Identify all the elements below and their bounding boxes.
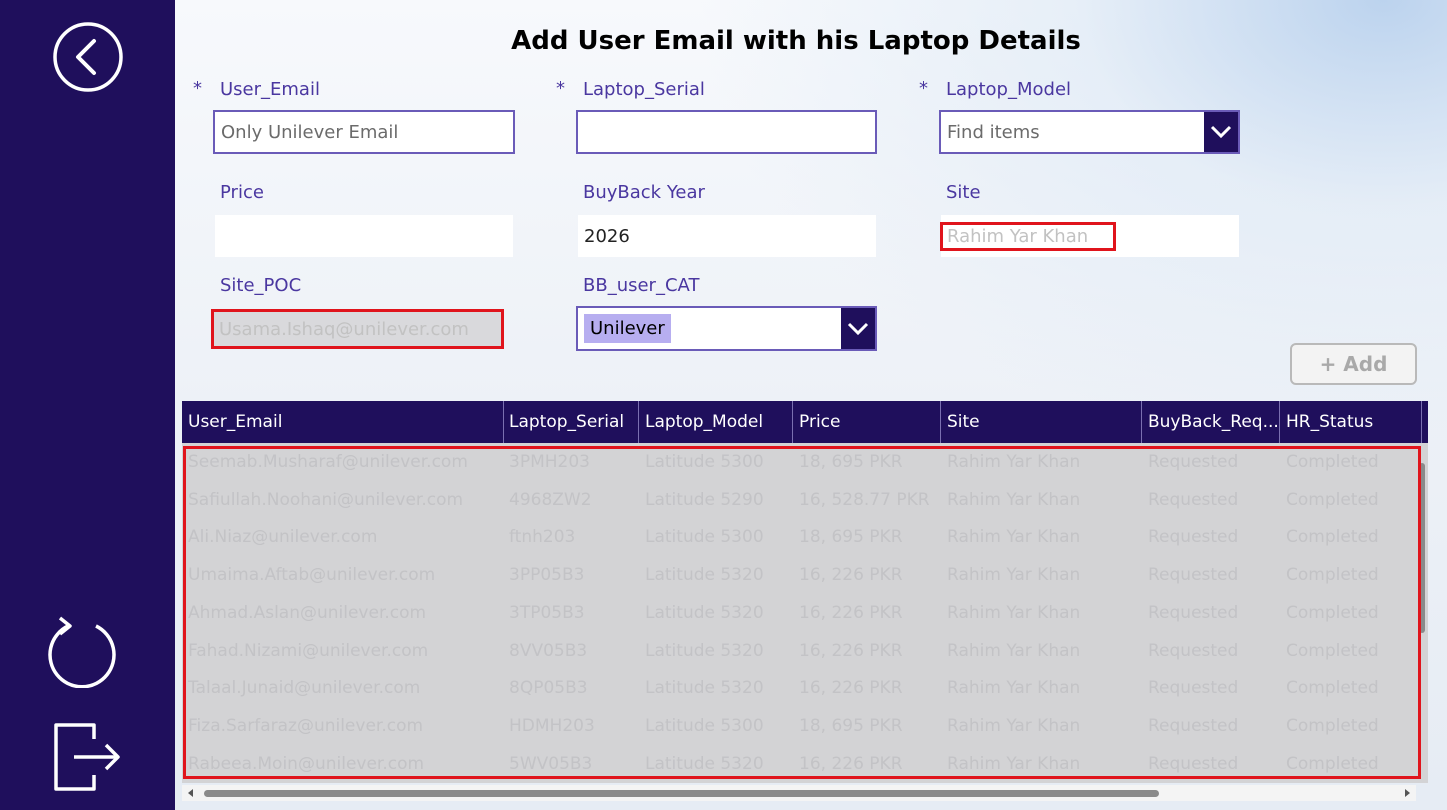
scroll-left-icon[interactable] — [186, 785, 196, 801]
bb-user-cat-label: BB_user_CAT — [583, 275, 700, 296]
buyback-year-label: BuyBack Year — [583, 182, 705, 203]
column-header-laptop-model[interactable]: Laptop_Model — [639, 401, 793, 443]
back-button[interactable] — [52, 21, 124, 93]
logout-icon — [54, 723, 120, 791]
add-button[interactable]: + Add — [1290, 343, 1417, 385]
sidebar — [0, 0, 175, 810]
site-highlight-box — [940, 222, 1116, 251]
user-email-input[interactable]: Only Unilever Email — [213, 110, 515, 154]
user-email-placeholder: Only Unilever Email — [221, 121, 399, 143]
laptop-model-combobox[interactable]: Find items — [939, 110, 1240, 154]
column-header-user-email[interactable]: User_Email — [182, 401, 504, 443]
price-label: Price — [220, 182, 264, 203]
table-highlight-box — [183, 446, 1421, 779]
page-title: Add User Email with his Laptop Details — [511, 26, 1081, 56]
bb-user-cat-combobox[interactable]: Unilever — [576, 306, 877, 351]
chevron-down-icon — [847, 322, 869, 335]
refresh-icon — [48, 616, 116, 689]
horizontal-scrollbar-thumb[interactable] — [204, 790, 1159, 797]
laptop-model-dropdown-button[interactable] — [1204, 112, 1238, 152]
bb-user-cat-selected-chip: Unilever — [584, 314, 671, 343]
bb-user-cat-dropdown-button[interactable] — [841, 308, 875, 349]
site-poc-label: Site_POC — [220, 275, 302, 296]
required-marker: * — [919, 78, 928, 99]
site-label: Site — [946, 182, 981, 203]
user-email-label: User_Email — [220, 79, 320, 100]
required-marker: * — [193, 78, 202, 99]
required-marker: * — [556, 78, 565, 99]
laptop-model-placeholder: Find items — [947, 121, 1040, 143]
chevron-down-icon — [1210, 125, 1232, 139]
laptop-model-label: Laptop_Model — [946, 79, 1072, 100]
buyback-year-input[interactable]: 2026 — [578, 215, 876, 257]
laptop-serial-label: Laptop_Serial — [583, 79, 705, 100]
price-input[interactable] — [215, 215, 513, 257]
column-header-laptop-serial[interactable]: Laptop_Serial — [503, 401, 639, 443]
site-poc-highlight-box — [211, 309, 504, 349]
column-header-buyback-request[interactable]: BuyBack_Req... — [1142, 401, 1280, 443]
table-header: User_Email Laptop_Serial Laptop_Model Pr… — [182, 401, 1428, 443]
logout-button[interactable] — [54, 723, 124, 791]
buyback-year-value: 2026 — [584, 225, 630, 247]
column-header-site[interactable]: Site — [941, 401, 1142, 443]
scroll-right-icon[interactable] — [1402, 785, 1412, 801]
laptop-serial-input[interactable] — [576, 110, 877, 154]
column-header-price[interactable]: Price — [793, 401, 941, 443]
refresh-button[interactable] — [46, 614, 118, 689]
back-arrow-icon — [53, 22, 123, 92]
column-header-hr-status[interactable]: HR_Status — [1280, 401, 1422, 443]
